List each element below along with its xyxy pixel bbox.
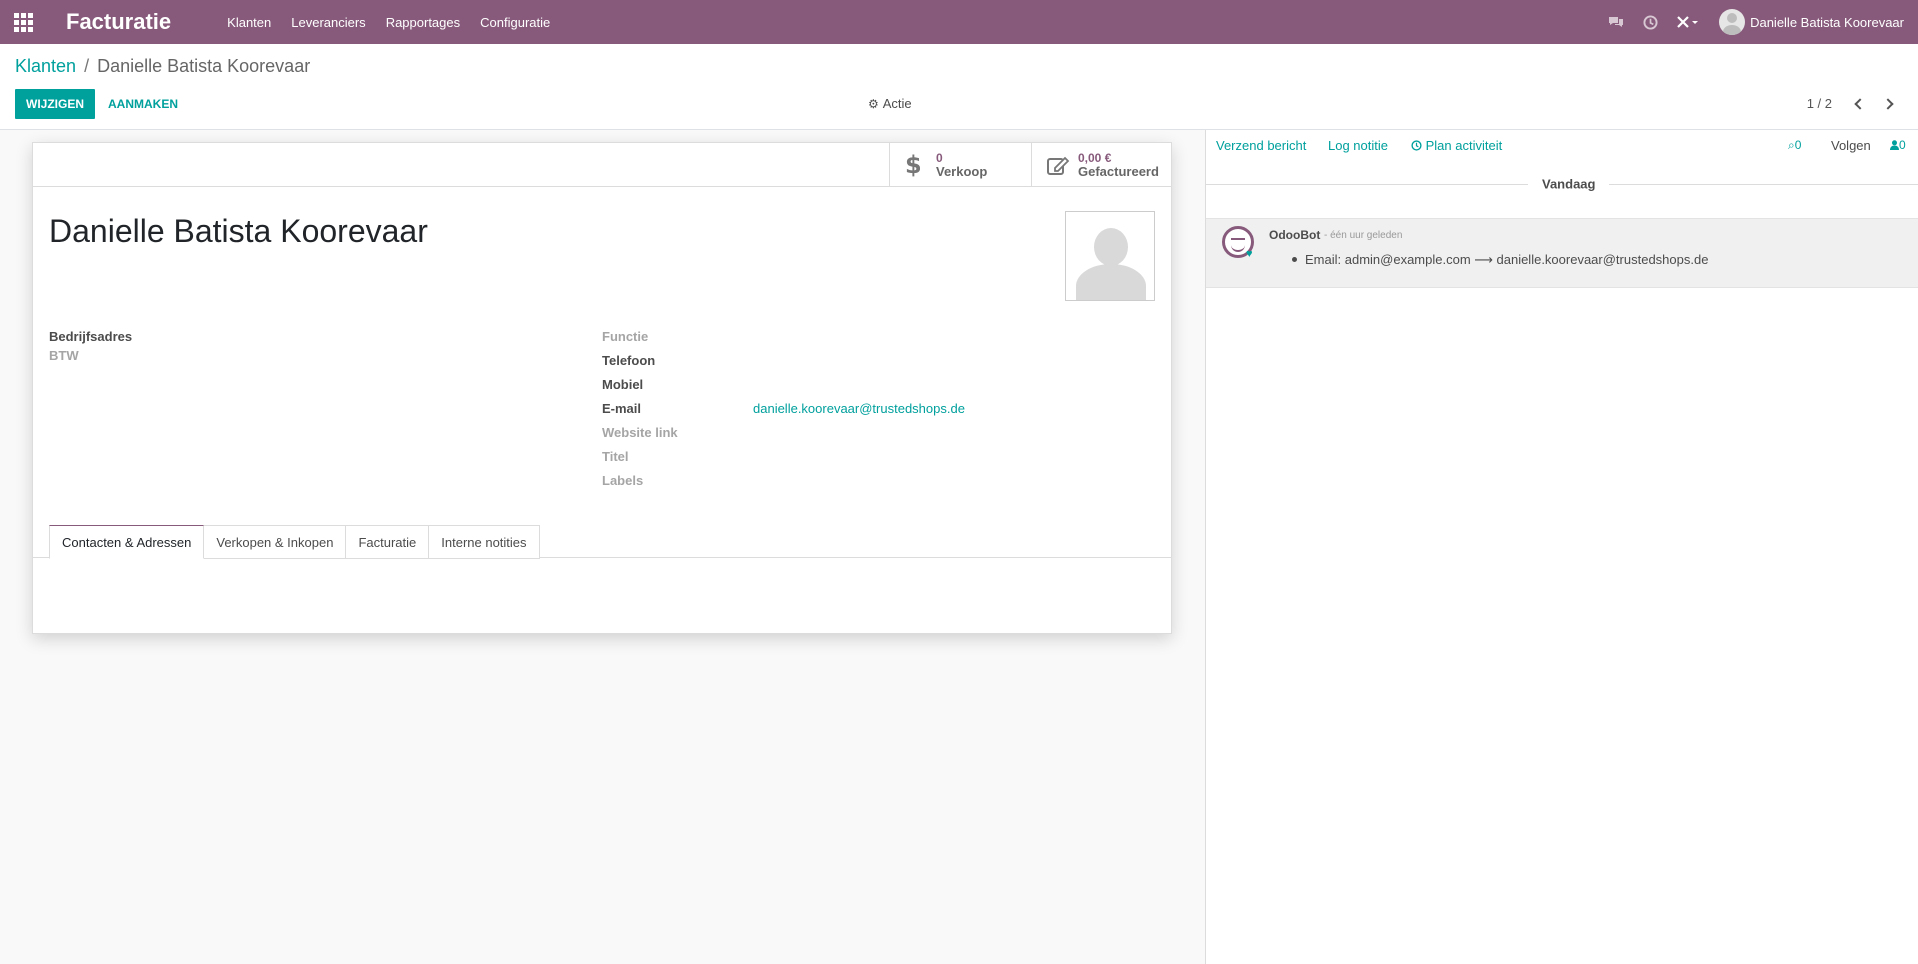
breadcrumb: Klanten / Danielle Batista Koorevaar [15,56,310,77]
tags-label: Labels [602,473,644,488]
sales-smart-button[interactable]: $ 0 Verkoop [889,143,1031,187]
sales-stat: 0 Verkoop [936,151,987,179]
menu-configuratie[interactable]: Configuratie [480,15,550,30]
app-brand[interactable]: Facturatie [66,9,171,35]
top-navbar: Facturatie Klanten Leveranciers Rapporta… [0,0,1918,44]
email-link[interactable]: danielle.koorevaar@trustedshops.de [753,401,965,416]
apps-grid-icon [13,12,33,32]
send-message-button[interactable]: Verzend bericht [1216,138,1306,153]
odoobot-avatar[interactable]: ♥ [1222,226,1256,260]
chevron-left-icon [1854,98,1866,110]
gear-icon: ⚙ [868,96,879,111]
breadcrumb-klanten[interactable]: Klanten [15,56,76,77]
user-icon [1890,140,1899,150]
function-label: Functie [602,329,649,344]
pencil-square-icon [1046,154,1074,176]
website-label: Website link [602,425,678,440]
message-text: Email: admin@example.com ⟶ danielle.koor… [1305,252,1709,267]
followers-count: 0 [1899,138,1906,152]
message-time: - één uur geleden [1324,230,1403,241]
invoiced-label: Gefactureerd [1078,164,1159,179]
sales-label: Verkoop [936,164,988,179]
tab-facturatie[interactable]: Facturatie [346,525,430,559]
user-menu[interactable]: Danielle Batista Koorevaar [1719,9,1904,35]
message-author[interactable]: OdooBot [1269,228,1320,242]
action-dropdown[interactable]: ⚙ Actie [868,96,912,111]
pager-previous-button[interactable] [1850,94,1870,114]
invoiced-stat: 0,00 € Gefactureerd [1078,151,1159,179]
followers-button[interactable]: 0 [1890,138,1906,152]
company-address-label: Bedrijfsadres [49,329,133,344]
email-label: E-mail [602,401,642,416]
clock-icon[interactable] [1633,0,1667,44]
avatar [1719,9,1746,35]
chevron-right-icon [1882,98,1894,110]
svg-text:$: $ [905,152,920,178]
heart-icon: ♥ [1246,248,1253,260]
follow-button[interactable]: Volgen [1831,138,1871,153]
action-label: Actie [882,96,912,111]
attachments-button[interactable]: ⌕0 [1788,138,1801,153]
form-sheet: $ 0 Verkoop 0,00 € Gefactureerd Danielle… [32,142,1172,634]
plan-activity-label: Plan activiteit [1425,138,1503,153]
menu-rapportages[interactable]: Rapportages [386,15,460,30]
chatter: Verzend bericht Log notitie Plan activit… [1205,130,1918,964]
title-label: Titel [602,449,629,464]
notebook-tabs: Contacten & Adressen Verkopen & Inkopen … [49,525,540,559]
navbar-systray: Danielle Batista Koorevaar [1599,0,1918,44]
message-tracking-line: Email: admin@example.com ⟶ danielle.koor… [1292,252,1708,268]
tab-verkopen-inkopen[interactable]: Verkopen & Inkopen [204,525,347,559]
dollar-icon: $ [904,152,932,178]
chat-icon[interactable] [1599,0,1633,44]
paperclip-icon: ⌕ [1788,138,1795,152]
date-separator-label: Vandaag [1528,176,1610,192]
bug-icon[interactable] [1667,0,1707,44]
partner-avatar[interactable] [1065,211,1155,301]
menu-leveranciers[interactable]: Leveranciers [291,15,365,30]
chatter-message: ♥ OdooBot - één uur geleden Email: admin… [1206,218,1918,288]
menu-klanten[interactable]: Klanten [227,15,271,30]
create-button[interactable]: AANMAKEN [100,89,186,119]
partner-name: Danielle Batista Koorevaar [49,213,428,249]
tab-interne-notities[interactable]: Interne notities [429,525,540,559]
chatter-topbar: Verzend bericht Log notitie Plan activit… [1206,130,1918,160]
invoiced-smart-button[interactable]: 0,00 € Gefactureerd [1031,143,1173,187]
sales-value: 0 [936,151,943,165]
user-name: Danielle Batista Koorevaar [1750,14,1904,30]
smart-button-box: $ 0 Verkoop 0,00 € Gefactureerd [33,143,1171,187]
phone-label: Telefoon [602,353,656,368]
pager-value[interactable]: 1 / 2 [1807,96,1832,111]
edit-button[interactable]: WIJZIGEN [15,89,96,119]
invoiced-value: 0,00 € [1078,151,1112,165]
plan-activity-button[interactable]: Plan activiteit [1411,138,1502,153]
breadcrumb-current: Danielle Batista Koorevaar [97,56,311,76]
mobile-label: Mobiel [602,377,644,392]
clock-icon [1411,140,1422,151]
attachments-count: 0 [1794,138,1802,152]
control-panel: Klanten / Danielle Batista Koorevaar WIJ… [0,44,1918,130]
vat-label: BTW [49,348,79,363]
log-note-button[interactable]: Log notitie [1328,138,1388,153]
tab-contacten-adressen[interactable]: Contacten & Adressen [49,525,205,559]
pager-next-button[interactable] [1878,94,1898,114]
breadcrumb-separator: / [84,56,90,76]
apps-menu-icon[interactable] [0,0,46,44]
